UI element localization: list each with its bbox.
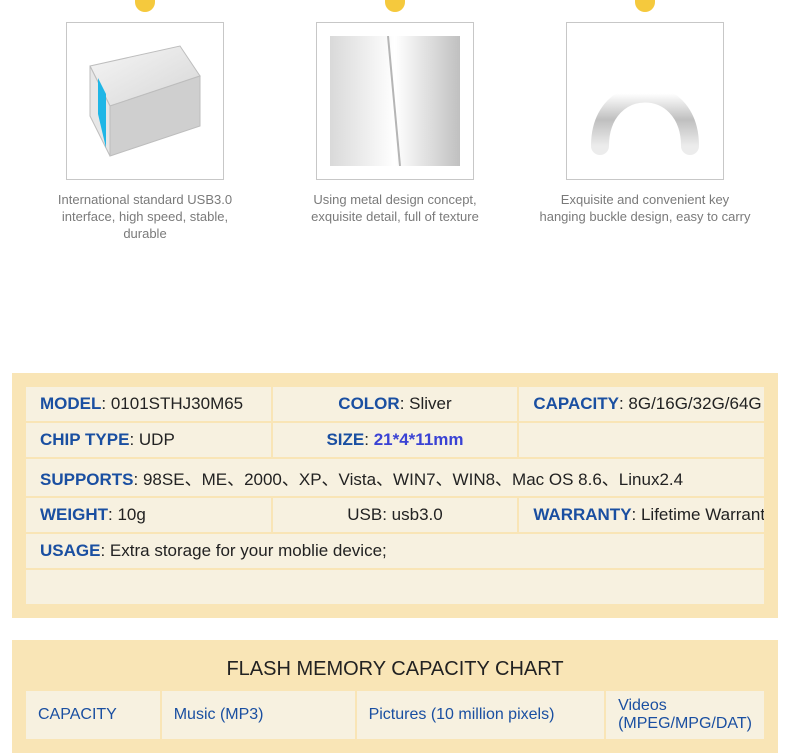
chart-header-capacity: CAPACITY [26,691,160,739]
spec-colon: : [364,430,373,449]
spec-value: : 8G/16G/32G/64G [619,394,762,413]
chart-header-row: CAPACITY Music (MP3) Pictures (10 millio… [26,691,764,739]
spec-label: WEIGHT [40,505,108,524]
spec-cell-empty [519,423,764,457]
spec-cell-empty [26,570,764,604]
spec-cell-usb: USB: usb3.0 [273,498,518,532]
feature-caption: Using metal design concept, exquisite de… [283,192,508,226]
feature-metal-design: Using metal design concept, exquisite de… [283,0,508,243]
spec-cell-model: MODEL: 0101STHJ30M65 [26,387,271,421]
spec-value: : 98SE、ME、2000、XP、Vista、WIN7、WIN8、Mac OS… [134,470,684,489]
spec-cell-chip: CHIP TYPE: UDP [26,423,271,457]
spec-label: USB [347,505,382,524]
chart-header-videos: Videos (MPEG/MPG/DAT) [606,691,764,739]
spec-value: : 10g [108,505,146,524]
feature-caption: Exquisite and convenient key hanging buc… [533,192,758,226]
spec-value: : 0101STHJ30M65 [101,394,243,413]
feature-key-buckle: Exquisite and convenient key hanging buc… [533,0,758,243]
usb-port-icon [80,36,210,166]
spec-label: WARRANTY [533,505,631,524]
spec-cell-warranty: WARRANTY: Lifetime Warranty [519,498,764,532]
spec-cell-weight: WEIGHT: 10g [26,498,271,532]
spacer [0,273,790,373]
spec-cell-size: SIZE: 21*4*11mm [273,423,518,457]
chart-table: CAPACITY Music (MP3) Pictures (10 millio… [24,689,766,741]
spec-value: : usb3.0 [382,505,443,524]
spec-label: USAGE [40,541,100,560]
key-buckle-icon [580,36,710,166]
spec-value: : UDP [129,430,174,449]
spec-label: CAPACITY [533,394,619,413]
spec-cell-color: COLOR: Sliver [273,387,518,421]
spec-label: MODEL [40,394,101,413]
feature-dot-icon [385,0,405,12]
spec-cell-supports: SUPPORTS: 98SE、ME、2000、XP、Vista、WIN7、WIN… [26,459,764,496]
features-row: International standard USB3.0 interface,… [0,0,790,273]
spec-label: SUPPORTS [40,470,134,489]
chart-section: FLASH MEMORY CAPACITY CHART CAPACITY Mus… [12,640,778,753]
chart-title: FLASH MEMORY CAPACITY CHART [24,652,766,689]
spec-value: : Extra storage for your moblie device; [100,541,386,560]
feature-thumb-metal [316,22,474,180]
feature-usb-interface: International standard USB3.0 interface,… [33,0,258,243]
spec-cell-capacity: CAPACITY: 8G/16G/32G/64G [519,387,764,421]
feature-dot-icon [635,0,655,12]
spec-section: MODEL: 0101STHJ30M65 COLOR: Sliver CAPAC… [12,373,778,618]
chart-header-music: Music (MP3) [162,691,355,739]
spec-table: MODEL: 0101STHJ30M65 COLOR: Sliver CAPAC… [24,385,766,606]
spec-value: 21*4*11mm [374,430,464,449]
feature-thumb-ring [566,22,724,180]
spec-label: SIZE [326,430,364,449]
spec-cell-usage: USAGE: Extra storage for your moblie dev… [26,534,764,568]
spec-label: CHIP TYPE [40,430,129,449]
spec-value: : Sliver [400,394,452,413]
spec-value: : Lifetime Warranty [632,505,764,524]
feature-thumb-usb [66,22,224,180]
feature-caption: International standard USB3.0 interface,… [33,192,258,243]
spec-label: COLOR [338,394,399,413]
feature-dot-icon [135,0,155,12]
chart-header-pictures: Pictures (10 million pixels) [357,691,605,739]
metal-edge-icon [330,36,460,166]
